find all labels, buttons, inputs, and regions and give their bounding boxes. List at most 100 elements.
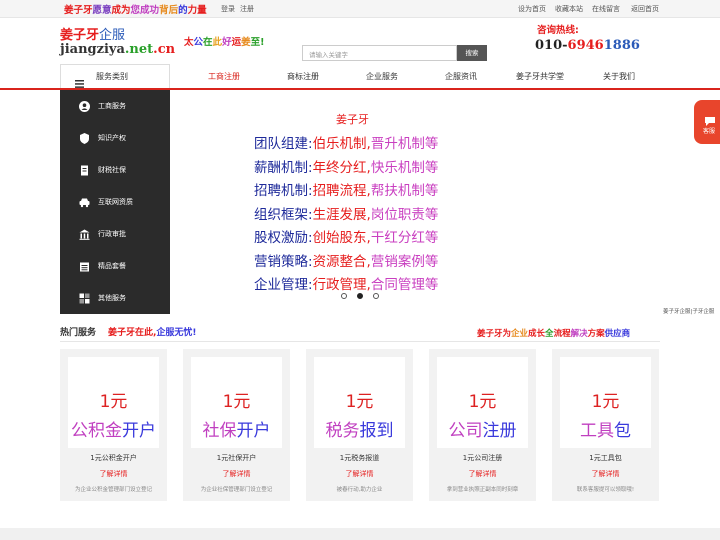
customer-service-tab[interactable]: 客服 xyxy=(694,100,720,144)
banner-line-b: 晋升机制等 xyxy=(370,136,439,152)
hotline-number: 010-69461886 xyxy=(535,38,640,53)
nav-item-about[interactable]: 关于我们 xyxy=(584,71,654,82)
logo-cn-blue: 企服 xyxy=(99,28,126,43)
service-card[interactable]: 1元 社保开户 1元社保开户 了解详情 为企业社保管理部门设立登记 xyxy=(183,349,290,501)
sidebar-item-label: 知识产权 xyxy=(98,134,126,142)
service-name: 1元税务报道 xyxy=(339,454,380,462)
slogan-run-3: 您成功 xyxy=(130,5,160,16)
hot-right-run-6: 方案 xyxy=(587,329,605,339)
service-detail-link[interactable]: 了解详情 xyxy=(60,469,167,479)
sidebar-item-business[interactable]: 工商服务 xyxy=(60,90,170,122)
logo-en[interactable]: jiangziya.net.cn xyxy=(60,42,175,57)
banner-line-a: 招聘流程, xyxy=(312,183,371,199)
sidebar-item-internet[interactable]: 互联网资质 xyxy=(60,186,170,218)
tagline-run-0: 太 xyxy=(184,37,194,48)
sidebar-item-package[interactable]: 精品套餐 xyxy=(60,250,170,282)
banner-line-key: 营销策略: xyxy=(254,253,313,270)
sidebar-item-admin[interactable]: 行政审批 xyxy=(60,218,170,250)
service-detail-link[interactable]: 了解详情 xyxy=(306,469,413,479)
hot-right-run-0: 姜子牙为 xyxy=(477,329,512,339)
logo-en-a: jiangziya xyxy=(60,42,125,57)
category-menu-button[interactable]: 服务类别 xyxy=(60,64,170,88)
search-input[interactable]: 请输入关键字 xyxy=(302,45,457,61)
nav-item-news[interactable]: 企服资讯 xyxy=(426,71,496,82)
service-description: 联系客服提可以领取哦! xyxy=(576,487,635,493)
hot-sub-a: 姜子牙在此, xyxy=(108,328,157,338)
document-icon xyxy=(78,164,90,176)
slogan-run-2: 成为 xyxy=(111,5,131,16)
service-card[interactable]: 1元 工具包 1元工具包 了解详情 联系客服提可以领取哦! xyxy=(552,349,659,501)
banner-line: 薪酬机制:年终分红,快乐机制等 xyxy=(254,156,438,176)
hotline-label: 咨询热线: xyxy=(537,25,579,36)
slide-dot-3[interactable] xyxy=(373,293,379,299)
service-big-title: 公司注册 xyxy=(437,416,528,441)
service-card[interactable]: 1元 公司注册 1元公司注册 了解详情 拿到营业执照正副本同时刻章 xyxy=(429,349,536,501)
sidebar: 工商服务 知识产权 财税社保 互联网资质 行政审批 精品套餐 其他服务 xyxy=(60,90,170,314)
category-label: 服务类别 xyxy=(96,72,128,81)
register-link[interactable]: 注册 xyxy=(240,4,254,14)
hot-sub-b: 企服无忧! xyxy=(156,328,197,338)
service-card-image: 1元 社保开户 xyxy=(191,357,282,448)
search-button[interactable]: 搜索 xyxy=(457,45,487,61)
message-link[interactable]: 在线留言 xyxy=(592,4,620,14)
hero-banner[interactable]: 姜子牙 团队组建:伯乐机制,晋升机制等 薪酬机制:年终分红,快乐机制等 招聘机制:招… xyxy=(170,90,720,314)
banner-line: 股权激励:创始股东,干红分红等 xyxy=(254,226,438,246)
banner-line-a: 资源整合, xyxy=(312,253,371,270)
nav-item-enterprise-service[interactable]: 企业服务 xyxy=(347,71,417,82)
set-homepage-link[interactable]: 设为首页 xyxy=(518,4,546,14)
service-card[interactable]: 1元 公积金开户 1元公积金开户 了解详情 为企业公积金管理部门设立登记 xyxy=(60,349,167,501)
service-big-title: 公积金开户 xyxy=(68,416,159,441)
nav-item-business-registration[interactable]: 工商注册 xyxy=(189,71,259,82)
banner-line: 招聘机制:招聘流程,帮扶机制等 xyxy=(254,179,438,199)
service-name: 1元公司注册 xyxy=(462,454,503,462)
sidebar-item-label: 互联网资质 xyxy=(98,198,133,206)
service-big-title-b: 包 xyxy=(614,421,631,441)
service-detail-link[interactable]: 了解详情 xyxy=(183,469,290,479)
service-big-title-a: 税务 xyxy=(325,421,360,441)
sidebar-item-ip[interactable]: 知识产权 xyxy=(60,122,170,154)
sidebar-item-tax[interactable]: 财税社保 xyxy=(60,154,170,186)
tagline: 太公在此好运姜至! xyxy=(184,34,264,48)
calendar-icon xyxy=(78,260,90,272)
banner-line-key: 招聘机制: xyxy=(254,183,313,199)
banner-line-b: 帮扶机制等 xyxy=(370,183,439,199)
service-big-title-b: 注册 xyxy=(482,421,517,441)
banner-line: 企业管理:行政管理,合同管理等 xyxy=(254,273,438,293)
service-card-image: 1元 税务报到 xyxy=(314,357,405,448)
bookmark-link[interactable]: 收藏本站 xyxy=(555,4,583,14)
hot-divider xyxy=(60,341,660,342)
banner-line-b: 营销案例等 xyxy=(370,253,439,270)
sidebar-item-other[interactable]: 其他服务 xyxy=(60,282,170,314)
hot-right-run-1: 企业 xyxy=(511,329,529,339)
service-price: 1元 xyxy=(99,392,128,412)
logo-cn[interactable]: 姜子牙企服 xyxy=(60,24,125,43)
banner-title: 姜子牙 xyxy=(336,113,369,126)
customer-service-label: 客服 xyxy=(703,128,716,135)
login-link[interactable]: 登录 xyxy=(221,4,235,14)
tagline-run-7: 至 xyxy=(250,37,261,48)
service-detail-link[interactable]: 了解详情 xyxy=(552,469,659,479)
banner-line-key: 企业管理: xyxy=(254,277,313,293)
tagline-run-5: 运 xyxy=(231,37,242,48)
logo-en-c: .cn xyxy=(153,42,176,57)
service-big-title-a: 工具 xyxy=(580,421,614,441)
car-icon xyxy=(78,196,90,208)
back-home-link[interactable]: 返回首页 xyxy=(631,4,659,14)
hot-right-run-5: 解决 xyxy=(570,329,588,339)
slide-dot-2[interactable] xyxy=(357,293,363,299)
hot-right-run-8: 商 xyxy=(621,329,631,339)
slogan-run-6: 力量 xyxy=(187,5,207,16)
nav-item-school[interactable]: 姜子牙共学堂 xyxy=(505,71,575,82)
user-circle-icon xyxy=(78,100,90,112)
nav-item-trademark[interactable]: 商标注册 xyxy=(268,71,338,82)
hotline-prefix: 010- xyxy=(535,38,568,53)
service-big-title: 税务报到 xyxy=(314,416,405,441)
tagline-run-8: ! xyxy=(260,37,265,48)
sidebar-item-label: 精品套餐 xyxy=(98,262,126,270)
service-detail-link[interactable]: 了解详情 xyxy=(429,469,536,479)
banner-line-key: 股权激励: xyxy=(254,230,313,246)
banner-line-key: 组织框架: xyxy=(254,206,313,223)
service-card[interactable]: 1元 税务报到 1元税务报道 了解详情 被春行动,助力企业 xyxy=(306,349,413,501)
banner-line-b: 快乐机制等 xyxy=(370,159,439,176)
slide-dot-1[interactable] xyxy=(341,293,347,299)
